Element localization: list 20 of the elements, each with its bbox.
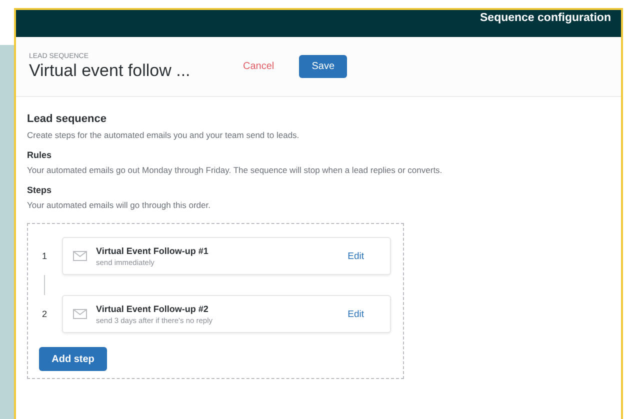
section-description: Your automated emails go out Monday through Friday. The sequence will stop when a lead replies or converts. (27, 165, 444, 175)
step-number: 2 (41, 309, 48, 319)
step-number: 1 (41, 251, 48, 261)
page-title: Sequence configuration (480, 12, 611, 24)
connector-line (44, 275, 45, 295)
edit-link[interactable]: Edit (348, 308, 364, 320)
section-description: Your automated emails will go through this order. (27, 200, 212, 210)
add-step-button[interactable]: Add step (39, 347, 107, 371)
step-title: Virtual Event Follow-up #2 (96, 304, 210, 314)
envelope-icon (73, 309, 87, 319)
step-title: Virtual Event Follow-up #1 (96, 246, 210, 256)
cancel-button[interactable]: Cancel (235, 57, 282, 76)
section-heading: Steps (27, 185, 53, 195)
section-description: Create steps for the automated emails you and your team send to leads. (27, 130, 300, 140)
envelope-icon (73, 251, 87, 261)
sequence-name: Virtual event follow ... (29, 60, 192, 80)
section-heading: Lead sequence (27, 113, 108, 125)
edit-link[interactable]: Edit (348, 250, 364, 262)
section-heading: Rules (27, 150, 53, 160)
save-button[interactable]: Save (299, 55, 348, 78)
